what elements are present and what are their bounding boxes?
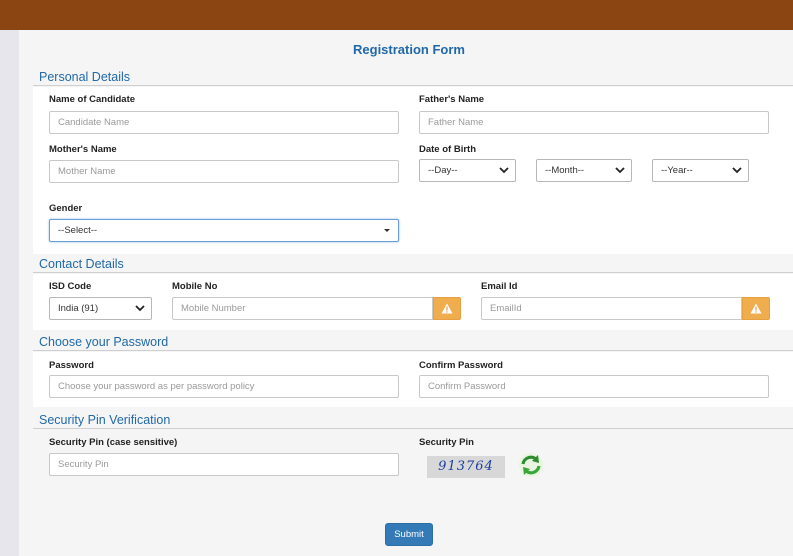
mobile-label: Mobile No — [172, 281, 218, 292]
chevron-down-icon — [135, 305, 145, 312]
security-heading: Security Pin Verification — [33, 411, 793, 429]
security-pin-input[interactable] — [49, 453, 399, 476]
password-heading: Choose your Password — [33, 333, 793, 351]
registration-panel: Registration Form Personal Details Name … — [19, 30, 793, 556]
left-margin — [0, 30, 19, 556]
gender-select[interactable]: --Select-- — [49, 219, 399, 242]
confirm-password-label: Confirm Password — [419, 360, 503, 371]
form-title: Registration Form — [353, 42, 465, 57]
captcha-label: Security Pin — [419, 437, 474, 448]
father-name-input[interactable] — [419, 111, 769, 134]
personal-details-section: Personal Details Name of Candidate Fathe… — [33, 68, 793, 254]
password-section: Choose your Password Password Confirm Pa… — [33, 333, 793, 407]
dob-month-value: --Month-- — [545, 165, 585, 176]
security-pin-label: Security Pin (case sensitive) — [49, 437, 178, 448]
confirm-password-input[interactable] — [419, 375, 769, 398]
candidate-name-label: Name of Candidate — [49, 94, 136, 105]
contact-details-heading: Contact Details — [33, 255, 793, 273]
isd-code-label: ISD Code — [49, 281, 92, 292]
password-input[interactable] — [49, 375, 399, 398]
mobile-warning-button[interactable] — [433, 297, 461, 320]
refresh-icon[interactable] — [518, 452, 544, 478]
email-label: Email Id — [481, 281, 518, 292]
mother-name-label: Mother's Name — [49, 144, 117, 155]
captcha-image: 913764 — [427, 456, 505, 478]
gender-label: Gender — [49, 203, 83, 214]
isd-code-select[interactable]: India (91) — [49, 297, 152, 320]
dob-label: Date of Birth — [419, 144, 476, 155]
gender-value: --Select-- — [58, 225, 98, 236]
caret-down-icon — [384, 229, 390, 232]
security-section: Security Pin Verification Security Pin (… — [33, 411, 793, 491]
password-label: Password — [49, 360, 94, 371]
dob-year-value: --Year-- — [661, 165, 693, 176]
contact-details-section: Contact Details ISD Code India (91) Mobi… — [33, 255, 793, 330]
dob-day-select[interactable]: --Day-- — [419, 159, 516, 182]
chevron-down-icon — [615, 167, 625, 174]
dob-day-value: --Day-- — [428, 165, 458, 176]
warning-icon — [750, 303, 762, 314]
submit-button[interactable]: Submit — [385, 523, 433, 546]
mother-name-input[interactable] — [49, 160, 399, 183]
isd-code-value: India (91) — [58, 303, 99, 314]
mobile-input[interactable] — [172, 297, 433, 320]
personal-details-heading: Personal Details — [33, 68, 793, 86]
email-warning-button[interactable] — [742, 297, 770, 320]
dob-month-select[interactable]: --Month-- — [536, 159, 632, 182]
father-name-label: Father's Name — [419, 94, 485, 105]
top-banner — [0, 0, 793, 30]
dob-year-select[interactable]: --Year-- — [652, 159, 749, 182]
warning-icon — [441, 303, 453, 314]
email-input[interactable] — [481, 297, 742, 320]
candidate-name-input[interactable] — [49, 111, 399, 134]
chevron-down-icon — [499, 167, 509, 174]
chevron-down-icon — [732, 167, 742, 174]
